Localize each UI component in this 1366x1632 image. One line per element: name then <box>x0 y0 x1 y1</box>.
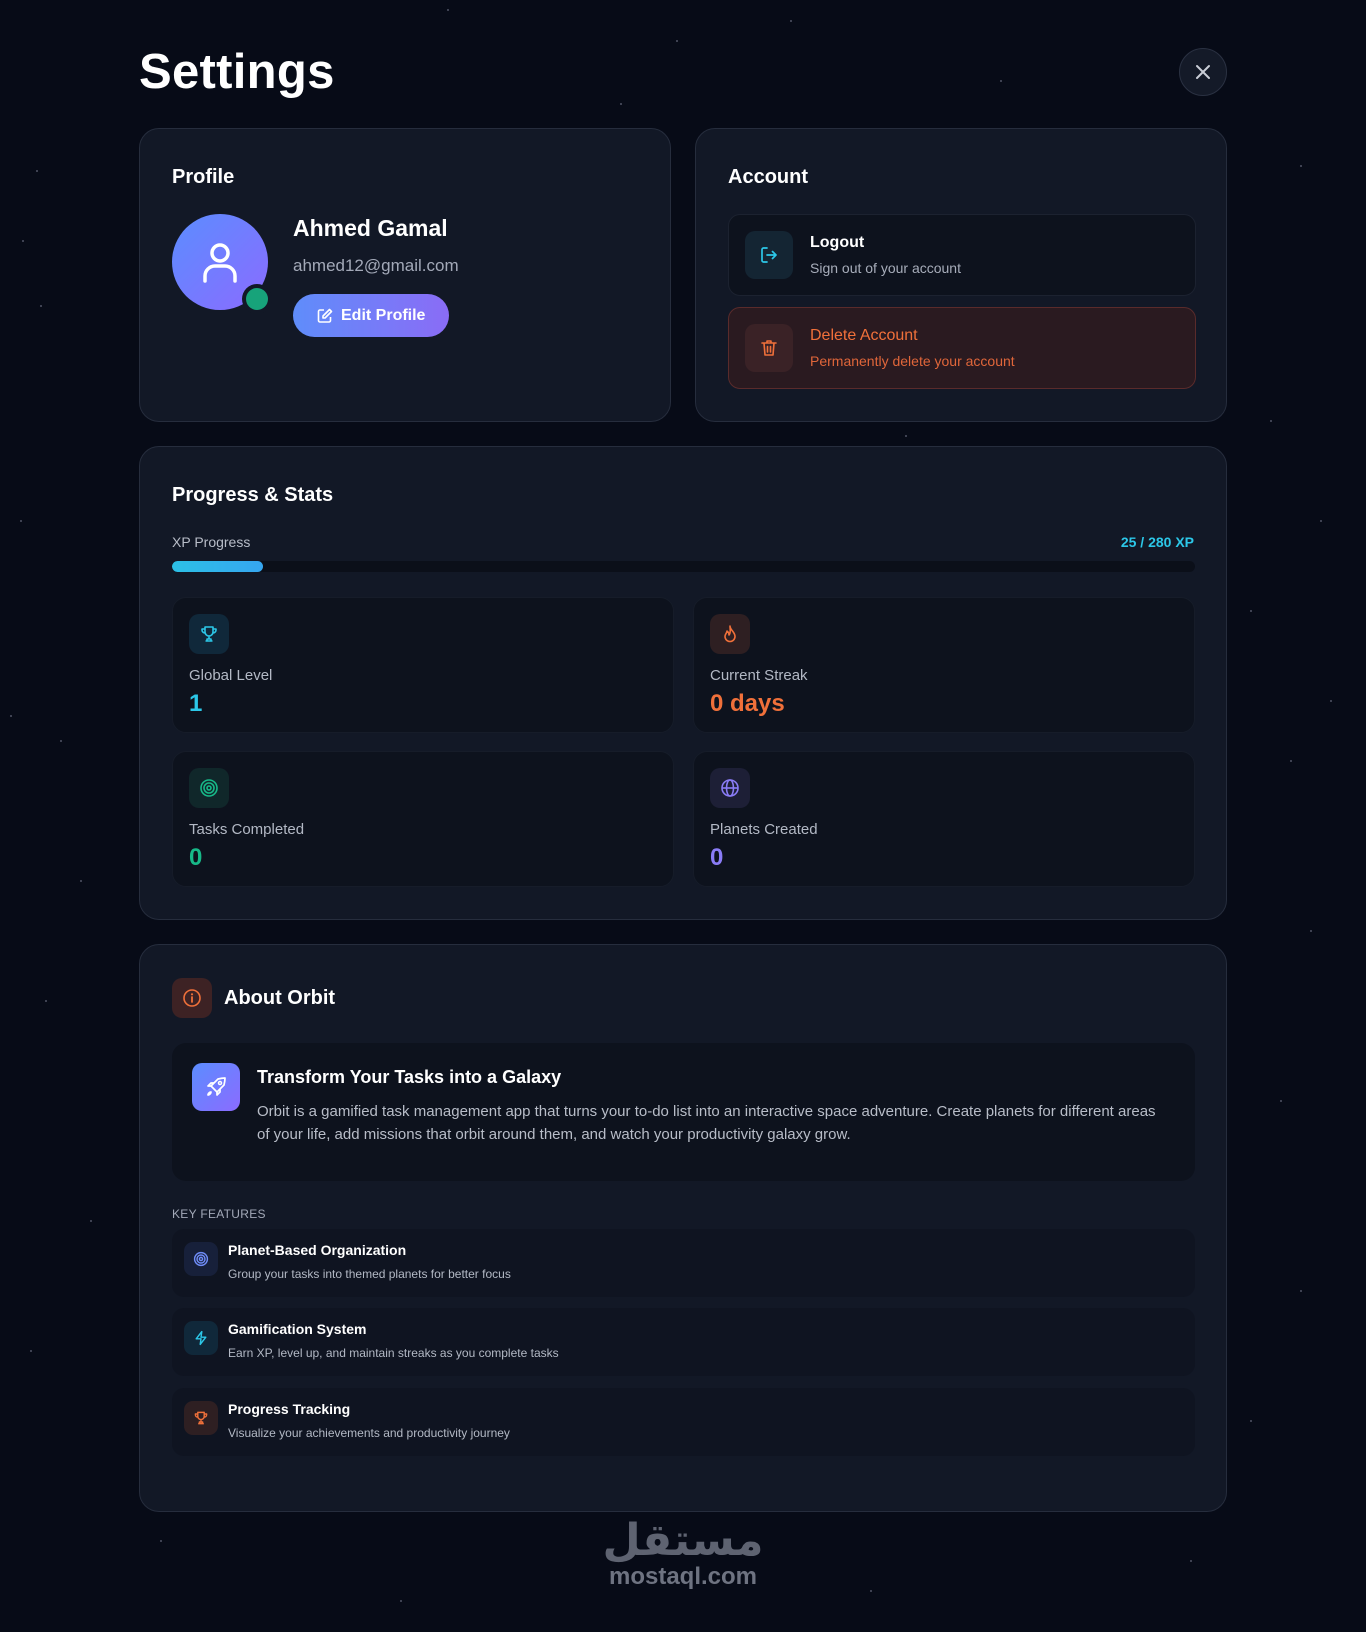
edit-profile-button[interactable]: Edit Profile <box>293 294 450 337</box>
intro-title: Transform Your Tasks into a Galaxy <box>257 1067 562 1087</box>
stat-label: Planets Created <box>710 821 818 838</box>
delete-account-description: Permanently delete your account <box>810 353 1015 369</box>
user-icon <box>203 243 237 283</box>
page-title: Settings <box>139 45 335 99</box>
logout-icon-wrap <box>745 231 793 279</box>
feature-item: Gamification System Earn XP, level up, a… <box>172 1308 1195 1376</box>
trophy-icon <box>194 1411 208 1425</box>
stat-label: Global Level <box>189 667 273 684</box>
xp-progress-label: XP Progress <box>172 534 251 550</box>
feature-title: Gamification System <box>228 1321 367 1337</box>
profile-title: Profile <box>172 166 235 188</box>
lightning-icon <box>195 1330 207 1346</box>
globe-icon-wrap <box>710 768 750 808</box>
flame-icon-wrap <box>710 614 750 654</box>
intro-description: Orbit is a gamified task management app … <box>257 1103 1156 1143</box>
stat-value: 0 <box>189 844 203 871</box>
close-button[interactable] <box>1179 48 1227 96</box>
lightning-icon-wrap <box>184 1321 218 1355</box>
trophy-icon <box>201 626 217 642</box>
trophy-icon-wrap <box>184 1401 218 1435</box>
online-status-dot <box>242 284 272 314</box>
logout-button[interactable]: Logout Sign out of your account <box>728 214 1196 296</box>
close-icon <box>1196 65 1210 79</box>
globe-icon <box>721 779 739 797</box>
watermark-latin: mostaql.com <box>608 1563 758 1590</box>
trash-icon-wrap <box>745 324 793 372</box>
info-icon-wrap <box>172 978 212 1018</box>
watermark-logo: مستقل mostaql.com <box>0 1515 1366 1591</box>
logout-icon <box>761 247 777 263</box>
info-icon <box>183 989 201 1007</box>
feature-item: Progress Tracking Visualize your achieve… <box>172 1388 1195 1456</box>
trophy-icon-wrap <box>189 614 229 654</box>
delete-account-button[interactable]: Delete Account Permanently delete your a… <box>728 307 1196 389</box>
about-title: About Orbit <box>224 987 336 1009</box>
feature-description: Earn XP, level up, and maintain streaks … <box>228 1346 559 1360</box>
delete-account-label: Delete Account <box>810 327 918 344</box>
stat-value: 1 <box>189 690 203 717</box>
feature-title: Planet-Based Organization <box>228 1242 407 1258</box>
user-email: ahmed12@gmail.com <box>293 256 459 275</box>
logout-label: Logout <box>810 234 865 251</box>
intro-box: Transform Your Tasks into a Galaxy Orbit… <box>172 1043 1195 1181</box>
stat-current-streak: Current Streak 0 days <box>693 597 1195 733</box>
rocket-icon-wrap <box>192 1063 240 1111</box>
feature-description: Visualize your achievements and producti… <box>228 1426 510 1440</box>
account-card: Account Logout Sign out of your account … <box>695 128 1227 422</box>
rocket-icon <box>207 1077 226 1096</box>
xp-progress-value: 25 / 280 XP <box>1120 534 1194 550</box>
profile-card: Profile Ahmed Gamal ahmed12@gmail.com Ed… <box>139 128 671 422</box>
feature-description: Group your tasks into themed planets for… <box>228 1267 511 1281</box>
feature-title: Progress Tracking <box>228 1401 351 1417</box>
account-title: Account <box>728 166 808 188</box>
target-icon-wrap <box>189 768 229 808</box>
xp-progress-fill <box>172 561 264 572</box>
target-icon <box>193 1251 209 1267</box>
stat-planets-created: Planets Created 0 <box>693 751 1195 887</box>
key-features-label: KEY FEATURES <box>172 1207 266 1221</box>
stat-tasks-completed: Tasks Completed 0 <box>172 751 674 887</box>
user-name: Ahmed Gamal <box>293 215 448 241</box>
about-card: About Orbit Transform Your Tasks into a … <box>139 944 1227 1512</box>
trash-icon <box>761 340 777 356</box>
stats-title: Progress & Stats <box>172 484 334 506</box>
xp-progress-bar <box>172 561 1195 572</box>
edit-profile-label: Edit Profile <box>341 306 426 324</box>
edit-icon <box>317 308 333 323</box>
stat-label: Tasks Completed <box>189 821 305 838</box>
header: Settings <box>139 0 1227 128</box>
settings-page: Settings Profile Ahmed Gamal ahmed12@gma… <box>139 0 1227 1512</box>
watermark-arabic: مستقل <box>602 1515 764 1566</box>
stat-value: 0 days <box>710 690 785 717</box>
stat-value: 0 <box>710 844 724 871</box>
target-icon-wrap <box>184 1242 218 1276</box>
target-icon <box>200 779 218 797</box>
progress-stats-card: Progress & Stats XP Progress 25 / 280 XP… <box>139 446 1227 920</box>
logout-description: Sign out of your account <box>810 260 961 276</box>
flame-icon <box>724 625 736 643</box>
stat-label: Current Streak <box>710 667 808 684</box>
stat-global-level: Global Level 1 <box>172 597 674 733</box>
feature-item: Planet-Based Organization Group your tas… <box>172 1229 1195 1297</box>
